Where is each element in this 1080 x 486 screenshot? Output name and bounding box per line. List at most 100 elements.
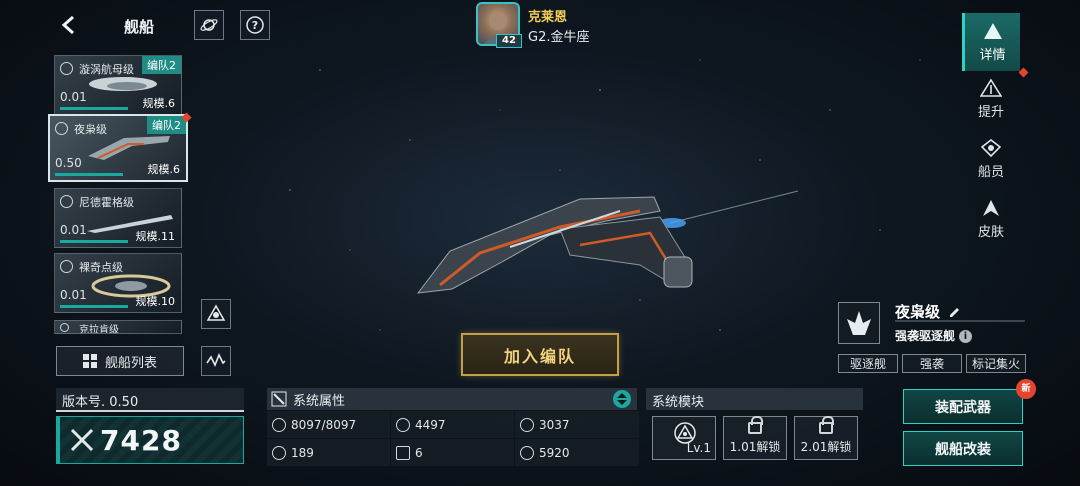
back-button[interactable] [58,14,80,36]
attribute-cell: 5920 [515,439,639,466]
combat-power-panel: 7428 [56,416,244,464]
version-label: 版本号. 0.50 [56,388,244,412]
ship-card-version: 0.01 [60,223,87,237]
modules-panel: 系统模块 Lv.1 1.01解锁 2.01解锁 [646,388,863,466]
expand-toggle[interactable] [613,390,631,408]
attribute-cell: 8097/8097 [267,411,390,438]
ship-card-selected[interactable]: 夜枭级 编队2 0.50 规模.6 [48,114,188,182]
edit-pencil-icon[interactable] [948,305,960,317]
new-badge: 新 [1016,379,1036,399]
module-slot-locked[interactable]: 2.01解锁 [794,416,858,460]
chevron-left-icon [61,15,74,35]
version-progress-bar [60,107,128,110]
ship-name: 夜枭级 [895,301,960,322]
armor-icon [396,417,410,432]
ship-card[interactable]: 尼德霍格级 0.01 规模.11 [54,188,182,248]
ship-list-label: 舰船列表 [104,355,157,371]
attributes-header: 系统属性 [267,388,637,410]
ship-card-name: 尼德霍格级 [79,196,134,209]
name-underline [895,320,1025,322]
module-slot-label: Lv.1 [686,441,711,455]
ship-card[interactable]: 裸奇点级 0.01 规模.10 [54,253,182,313]
attribute-cell: 189 [267,439,390,466]
hull-icon [272,417,286,432]
ship-card-scale: 规模.6 [147,163,181,176]
tab-crew[interactable]: 船员 [962,130,1020,188]
ship-detail-icon [983,22,1002,39]
help-button[interactable]: ? [240,10,270,40]
attribute-cell: 6 [391,439,514,466]
ship-card[interactable]: 克拉肯级 [54,320,182,334]
attribute-value: 4497 [415,417,446,432]
info-icon[interactable]: i [959,330,973,343]
tab-skin[interactable]: 皮肤 [962,190,1020,248]
fleet-badge: 编队2 [142,56,181,74]
page-title: 舰船 [124,18,155,36]
planet-button[interactable] [194,10,224,40]
player-level-badge: 42 [496,34,522,48]
ship-modify-button[interactable]: 舰船改装 [903,431,1023,466]
player-rank: G2.金牛座 [528,30,590,45]
attribute-value: 6 [415,445,423,460]
crew-icon [980,138,1002,157]
attribute-cell: 3037 [515,411,639,438]
expand-arrows-icon [617,393,627,405]
planet-icon [200,19,218,31]
attribute-value: 3037 [539,417,570,432]
module-slot-locked[interactable]: 1.01解锁 [723,416,787,460]
help-icon: ? [246,16,264,34]
attribute-value: 8097/8097 [291,417,357,432]
ship-card[interactable]: 漩涡航母级 编队2 0.01 规模.6 [54,55,182,115]
attributes-grid: 8097/8097 4497 3037 189 6 5920 [267,411,639,466]
tab-label: 提升 [977,104,1004,120]
ship-thumbnail-icon [88,136,170,160]
target-icon [520,445,534,460]
tab-upgrade[interactable]: 提升 [962,70,1020,128]
module-slot-label: 2.01解锁 [800,440,852,454]
attribute-value: 189 [291,445,314,460]
ship-class-icon [60,195,73,208]
attributes-icon [271,391,287,407]
ship-type: 强袭驱逐舰 i [895,327,973,344]
lock-icon [748,416,763,434]
attribute-cell: 4497 [391,411,514,438]
tab-label: 皮肤 [977,224,1004,240]
module-slot-label: 1.01解锁 [729,440,781,454]
ship-card-scale: 规模.6 [142,97,176,110]
ship-tag: 驱逐舰 [838,354,898,373]
sort-button[interactable] [201,346,231,376]
ship-class-icon [60,323,69,332]
filter-button[interactable] [201,299,231,329]
ship-list-button[interactable]: 舰船列表 [56,346,184,376]
attribute-value: 5920 [539,445,570,460]
grid-icon [396,445,410,460]
ship-class-icon [55,122,68,135]
shield-icon [520,417,534,432]
skin-icon [983,199,999,216]
lock-icon [819,416,834,434]
ship-class-icon [60,260,73,273]
upgrade-icon [980,78,1002,97]
ship-class-icon [60,62,73,75]
grid-icon [82,354,97,368]
attributes-title: 系统属性 [293,393,346,409]
version-progress-bar [60,305,128,308]
ship-card-version: 0.01 [60,90,87,104]
ship-tag: 强袭 [902,354,962,373]
ship-card-name: 克拉肯级 [79,325,119,334]
destroyer-class-icon [847,311,871,335]
module-slot[interactable]: Lv.1 [652,416,716,460]
ship-model [416,190,799,294]
equip-weapons-button[interactable]: 装配武器 [903,389,1023,424]
tab-details[interactable]: 详情 [962,13,1020,71]
player-name: 克莱恩 [528,10,568,25]
version-progress-bar [60,240,128,243]
ship-card-scale: 规模.11 [135,230,176,243]
attributes-panel: 系统属性 8097/8097 4497 3037 189 6 5920 [267,388,639,466]
ship-thumbnail-icon [89,77,157,91]
join-fleet-button[interactable]: 加入编队 [461,333,619,376]
wave-icon [206,353,226,367]
ship-class-badge [838,302,880,344]
ship-type-text: 强袭驱逐舰 [895,329,956,343]
ship-card-version: 0.01 [60,288,87,302]
